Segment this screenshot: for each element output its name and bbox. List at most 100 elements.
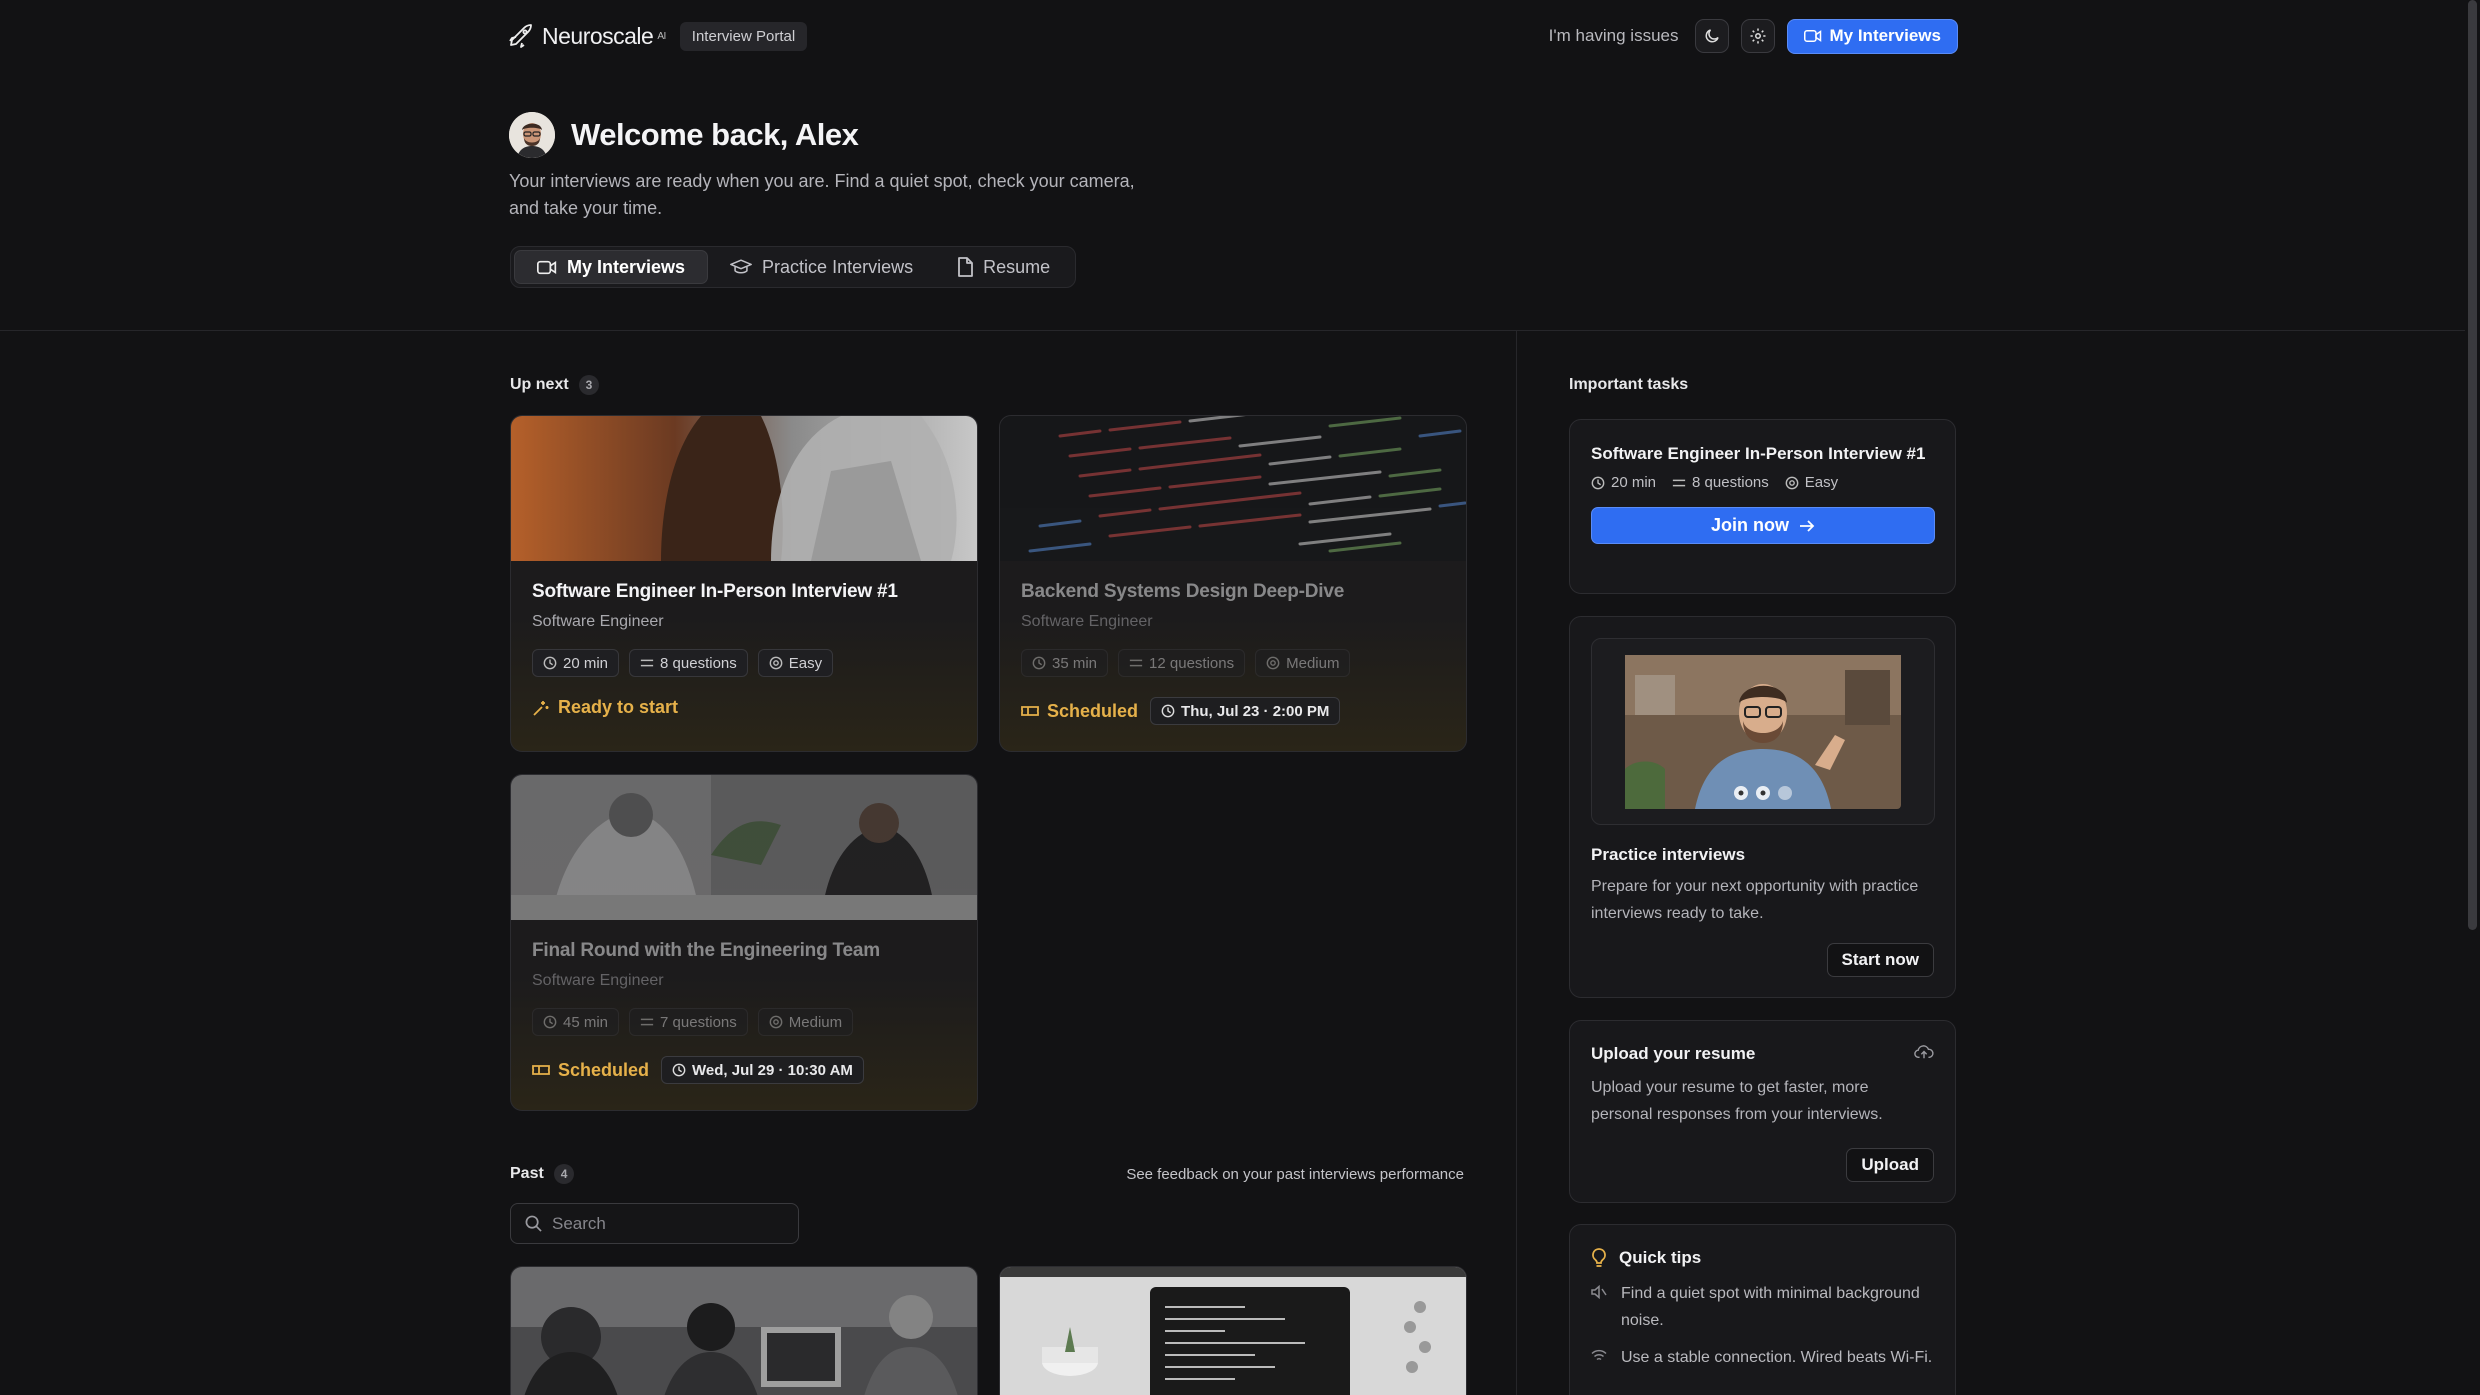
sparkle-icon <box>533 700 549 716</box>
header-divider <box>0 330 2465 331</box>
interview-role: Software Engineer <box>532 613 664 630</box>
resume-text: Upload your resume to get faster, more p… <box>1591 1079 1883 1123</box>
quick-tips-heading: Quick tips <box>1591 1246 1934 1270</box>
past-feedback-link[interactable]: See feedback on your past interviews per… <box>1104 1166 1464 1183</box>
rocket-icon <box>509 24 532 48</box>
up-next-heading: Up next 3 <box>510 375 600 395</box>
practice-text: Prepare for your next opportunity with p… <box>1591 878 1919 922</box>
questions-chip: 8 questions <box>629 649 748 677</box>
past-search <box>510 1203 799 1244</box>
clock-icon <box>1161 704 1175 718</box>
interview-role: Software Engineer <box>532 972 664 989</box>
tab-practice-interviews[interactable]: Practice Interviews <box>708 250 935 284</box>
past-interview-card[interactable] <box>999 1266 1467 1395</box>
file-icon <box>958 257 974 277</box>
interview-portal-page: Neuroscale AI Interview Portal I'm having… <box>0 0 2480 1395</box>
status-text: Scheduled <box>1047 700 1139 721</box>
status-badge: Ready to start <box>532 697 678 718</box>
tab-resume[interactable]: Resume <box>935 250 1072 284</box>
questions-chip: 7 questions <box>629 1008 748 1036</box>
status-text: Ready to start <box>558 697 679 717</box>
task-duration-text: 20 min <box>1611 474 1657 491</box>
clock-icon <box>1591 476 1605 489</box>
brand-logo[interactable]: Neuroscale AI <box>508 23 666 50</box>
quick-tips-title: Quick tips <box>1619 1248 1702 1267</box>
settings-button[interactable] <box>1740 19 1775 53</box>
clock-icon <box>1032 656 1046 670</box>
past-count: 4 <box>553 1164 575 1184</box>
past-interview-card[interactable] <box>510 1266 978 1395</box>
brand-name: Neuroscale <box>542 22 654 49</box>
scheduled-time: Thu, Jul 23 · 2:00 PM <box>1150 697 1341 725</box>
wifi-icon <box>1591 1349 1607 1361</box>
interview-role: Software Engineer <box>1021 613 1153 630</box>
interview-title: Software Engineer In-Person Interview #1 <box>532 581 898 602</box>
difficulty-text: Easy <box>788 654 823 672</box>
task-questions-text: 8 questions <box>1692 474 1769 491</box>
search-input[interactable] <box>552 1213 782 1234</box>
search-icon <box>525 1215 542 1232</box>
interview-card[interactable]: Final Round with the Engineering Team So… <box>510 774 978 1111</box>
join-now-label: Join now <box>1711 515 1789 535</box>
past-label: Past <box>510 1165 544 1182</box>
tab-my-interviews[interactable]: My Interviews <box>514 250 709 284</box>
task-difficulty-text: Easy <box>1804 474 1839 491</box>
gauge-icon <box>769 656 783 670</box>
clock-icon <box>543 656 557 670</box>
interview-card-image <box>511 775 977 920</box>
gauge-icon <box>1785 476 1799 489</box>
past-heading: Past 4 <box>510 1164 575 1184</box>
ticket-icon <box>532 1065 550 1075</box>
duration-chip: 45 min <box>532 1008 620 1036</box>
page-scrollbar[interactable] <box>2468 0 2477 930</box>
having-issues-link[interactable]: I'm having issues <box>1549 26 1679 46</box>
difficulty-chip: Medium <box>757 1008 854 1036</box>
duration-text: 20 min <box>563 654 609 672</box>
scheduled-time-text: Thu, Jul 23 · 2:00 PM <box>1181 702 1330 720</box>
gauge-icon <box>769 1015 783 1029</box>
status-badge: Scheduled <box>1021 701 1138 722</box>
upload-button[interactable]: Upload <box>1846 1148 1934 1182</box>
tab-label: Practice Interviews <box>762 256 914 277</box>
interview-card[interactable]: Backend Systems Design Deep-Dive Softwar… <box>999 415 1467 752</box>
interview-title: Final Round with the Engineering Team <box>532 940 880 961</box>
start-now-button[interactable]: Start now <box>1826 943 1934 977</box>
speaker-muted-icon <box>1591 1285 1607 1299</box>
my-interviews-button-label: My Interviews <box>1829 26 1942 45</box>
difficulty-text: Medium <box>788 1013 843 1031</box>
my-interviews-button[interactable]: My Interviews <box>1786 18 1958 54</box>
tip-text: Use a stable connection. Wired beats Wi-… <box>1621 1349 1933 1366</box>
tab-label: My Interviews <box>567 256 686 277</box>
duration-chip: 20 min <box>532 649 620 677</box>
task-duration: 20 min <box>1591 474 1656 491</box>
practice-preview-image <box>1625 654 1901 809</box>
gauge-icon <box>1266 656 1280 670</box>
theme-toggle-button[interactable] <box>1694 19 1729 53</box>
moon-icon <box>1705 29 1719 43</box>
sidebar-divider <box>1516 331 1517 1395</box>
cloud-upload-icon[interactable] <box>1914 1044 1934 1060</box>
page-title: Welcome back, Alex <box>571 117 859 152</box>
practice-title: Practice interviews <box>1591 845 1746 864</box>
top-bar: Neuroscale AI Interview Portal I'm having… <box>508 16 1958 56</box>
avatar[interactable] <box>509 112 555 158</box>
scheduled-time: Wed, Jul 29 · 10:30 AM <box>661 1056 864 1084</box>
lightbulb-icon <box>1592 1247 1606 1267</box>
main-tabs: My Interviews Practice Interviews Resume <box>510 246 1077 288</box>
resume-panel: Upload your resume Upload your resume to… <box>1569 1020 1956 1203</box>
duration-text: 45 min <box>563 1013 609 1031</box>
ticket-icon <box>1021 706 1039 716</box>
join-now-button[interactable]: Join now <box>1591 507 1935 544</box>
status-badge: Scheduled <box>532 1060 649 1081</box>
tip-text: Find a quiet spot with minimal backgroun… <box>1621 1285 1920 1329</box>
status-text: Scheduled <box>558 1059 650 1080</box>
clock-icon <box>672 1063 686 1077</box>
questions-chip: 12 questions <box>1118 649 1246 677</box>
welcome-subtitle: Your interviews are ready when you are. … <box>509 171 1135 218</box>
list-icon <box>1672 479 1686 486</box>
difficulty-chip: Easy <box>757 649 834 677</box>
tip-item: Find a quiet spot with minimal backgroun… <box>1591 1280 1934 1334</box>
clock-icon <box>543 1015 557 1029</box>
up-next-count: 3 <box>578 375 600 395</box>
interview-card[interactable]: Software Engineer In-Person Interview #1… <box>510 415 978 752</box>
